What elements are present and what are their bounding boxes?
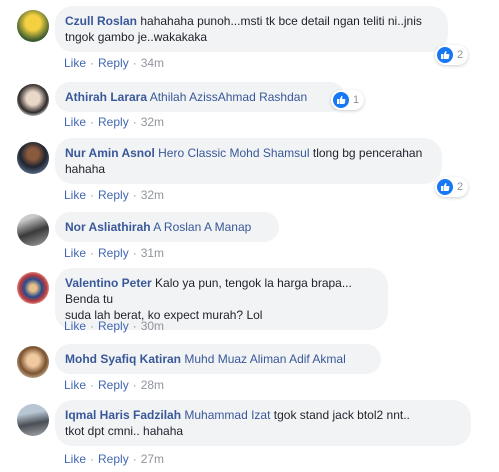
comment-text-line2: hahaha: [65, 162, 106, 176]
like-link[interactable]: Like: [64, 452, 86, 466]
timestamp[interactable]: 30m: [141, 319, 164, 333]
thumbs-up-icon: [437, 179, 453, 195]
comment-bubble: Czull Roslan hahahaha punoh...msti tk bc…: [55, 6, 448, 52]
comment-bubble: Athirah Larara Athilah AzissAhmad Rashda…: [55, 82, 345, 112]
comment-bubble: Iqmal Haris Fadzilah Muhammad Izat tgok …: [55, 400, 471, 446]
comment-actions: Like · Reply · 32m: [64, 188, 165, 202]
tagged-users[interactable]: A Roslan A Manap: [153, 220, 251, 234]
avatar[interactable]: [17, 404, 49, 436]
comment-actions: Like · Reply · 30m: [64, 319, 165, 333]
reply-link[interactable]: Reply: [98, 319, 129, 333]
comment-text: tlong bg pencerahan: [312, 146, 423, 160]
like-link[interactable]: Like: [64, 115, 86, 129]
comment-bubble: Mohd Syafiq Katiran Muhd Muaz Aliman Adi…: [55, 344, 381, 374]
avatar[interactable]: [17, 84, 49, 116]
comment-bubble: Nor Asliathirah A Roslan A Manap: [55, 212, 279, 242]
reaction-count[interactable]: 2: [435, 177, 469, 197]
commenter-name[interactable]: Nur Amin Asnol: [65, 146, 155, 160]
tagged-users[interactable]: Muhammad Izat: [184, 408, 270, 422]
timestamp[interactable]: 31m: [141, 246, 164, 260]
like-link[interactable]: Like: [64, 56, 86, 70]
avatar[interactable]: [17, 142, 49, 174]
tagged-users[interactable]: Athilah AzissAhmad Rashdan: [150, 90, 307, 104]
reply-link[interactable]: Reply: [98, 246, 129, 260]
comment-actions: Like · Reply · 31m: [64, 246, 165, 260]
commenter-name[interactable]: Czull Roslan: [65, 14, 137, 28]
reaction-count[interactable]: 1: [331, 90, 365, 110]
avatar[interactable]: [17, 272, 49, 304]
reaction-count[interactable]: 2: [435, 45, 469, 65]
thumbs-up-icon: [333, 92, 349, 108]
like-link[interactable]: Like: [64, 188, 86, 202]
avatar[interactable]: [17, 346, 49, 378]
tagged-users[interactable]: Hero Classic Mohd Shamsul: [158, 146, 309, 160]
tagged-users[interactable]: Muhd Muaz Aliman Adif Akmal: [184, 352, 345, 366]
commenter-name[interactable]: Iqmal Haris Fadzilah: [65, 408, 181, 422]
timestamp[interactable]: 32m: [141, 115, 164, 129]
timestamp[interactable]: 34m: [141, 56, 164, 70]
timestamp[interactable]: 32m: [141, 188, 164, 202]
commenter-name[interactable]: Athirah Larara: [65, 90, 147, 104]
like-link[interactable]: Like: [64, 319, 86, 333]
avatar[interactable]: [17, 214, 49, 246]
comment-actions: Like · Reply · 32m: [64, 115, 165, 129]
comment-actions: Like · Reply · 34m: [64, 56, 165, 70]
avatar[interactable]: [17, 10, 49, 42]
commenter-name[interactable]: Mohd Syafiq Katiran: [65, 352, 181, 366]
reply-link[interactable]: Reply: [98, 452, 129, 466]
comment-text: hahahaha punoh...msti tk bce detail ngan…: [140, 14, 422, 28]
timestamp[interactable]: 27m: [141, 452, 164, 466]
reply-link[interactable]: Reply: [98, 378, 129, 392]
like-link[interactable]: Like: [64, 246, 86, 260]
commenter-name[interactable]: Valentino Peter: [65, 276, 152, 290]
comment-bubble: Nur Amin Asnol Hero Classic Mohd Shamsul…: [55, 138, 442, 184]
comment-actions: Like · Reply · 27m: [64, 452, 165, 466]
reply-link[interactable]: Reply: [98, 188, 129, 202]
comment-text: tgok stand jack btol2 nnt..: [273, 408, 410, 422]
timestamp[interactable]: 28m: [141, 378, 164, 392]
comment-text-line2: tkot dpt cmni.. hahaha: [65, 424, 184, 438]
thumbs-up-icon: [437, 47, 453, 63]
like-link[interactable]: Like: [64, 378, 86, 392]
comment-text-line2: tngok gambo je..wakakaka: [65, 30, 208, 44]
reply-link[interactable]: Reply: [98, 56, 129, 70]
reply-link[interactable]: Reply: [98, 115, 129, 129]
comment-actions: Like · Reply · 28m: [64, 378, 165, 392]
commenter-name[interactable]: Nor Asliathirah: [65, 220, 151, 234]
